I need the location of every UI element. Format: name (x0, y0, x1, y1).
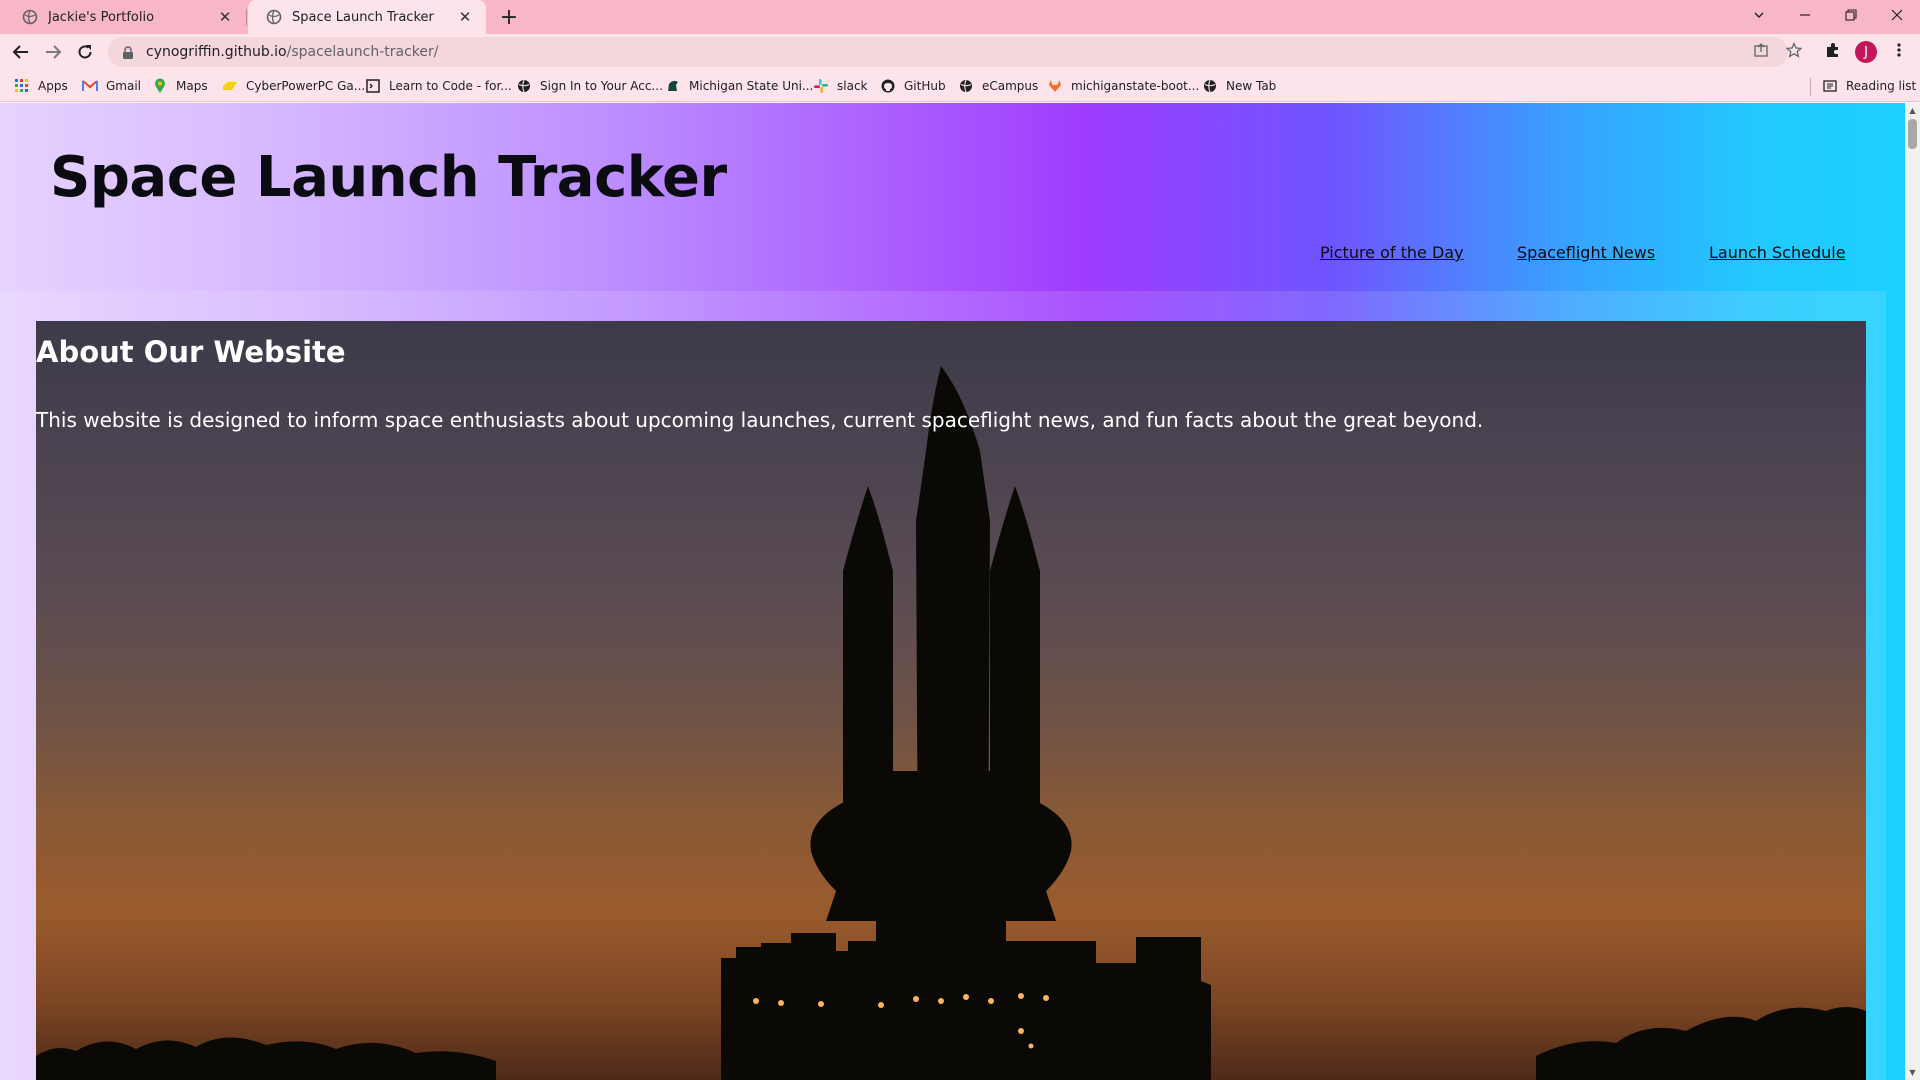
reading-list-button[interactable]: Reading list (1822, 76, 1916, 96)
github-icon (880, 78, 896, 94)
site-header: Space Launch Tracker Picture of the Day … (0, 103, 1886, 291)
bookmark-label: Apps (38, 79, 68, 93)
nav-link-spaceflight-news[interactable]: Spaceflight News (1517, 243, 1655, 262)
bookmark-github[interactable]: GitHub (880, 76, 946, 96)
scroll-down-arrow-icon[interactable]: ▼ (1908, 1067, 1917, 1077)
bookmark-label: Gmail (106, 79, 142, 93)
minimize-icon[interactable] (1782, 0, 1828, 30)
scroll-up-arrow-icon[interactable]: ▲ (1908, 105, 1917, 115)
slack-icon (813, 78, 829, 94)
reading-list-label: Reading list (1846, 79, 1917, 93)
nav-link-picture-of-the-day[interactable]: Picture of the Day (1320, 243, 1464, 262)
address-bar[interactable]: cynogriffin.github.io/spacelaunch-tracke… (108, 37, 1788, 67)
bookmark-sign-in[interactable]: Sign In to Your Acc... (516, 76, 663, 96)
url-text: cynogriffin.github.io/spacelaunch-tracke… (146, 44, 439, 60)
bookmark-label: Michigan State Uni... (689, 79, 814, 93)
share-icon[interactable] (1751, 40, 1771, 60)
scrollbar-thumb[interactable] (1908, 119, 1917, 149)
bookmark-new-tab[interactable]: New Tab (1202, 76, 1276, 96)
gitlab-icon (1047, 78, 1063, 94)
bookmark-label: Maps (176, 79, 208, 93)
tab-space-launch-tracker[interactable]: Space Launch Tracker ✕ (248, 0, 486, 34)
spartan-icon (665, 78, 681, 94)
globe-icon (266, 9, 282, 25)
site-title: Space Launch Tracker (50, 145, 727, 210)
tab-title: Space Launch Tracker (292, 9, 434, 25)
bookmark-star-icon[interactable] (1784, 40, 1804, 60)
cyberpower-icon (222, 78, 238, 94)
reload-icon[interactable] (70, 37, 100, 67)
restore-icon[interactable] (1828, 0, 1874, 30)
window-close-icon[interactable] (1874, 0, 1920, 30)
bookmark-label: Sign In to Your Acc... (540, 79, 663, 93)
bookmark-maps[interactable]: Maps (152, 76, 208, 96)
more-menu-icon[interactable] (1889, 40, 1909, 60)
bookmark-michiganstate-boot[interactable]: michiganstate-boot... (1047, 76, 1199, 96)
bookmark-slack[interactable]: slack (813, 76, 868, 96)
bookmark-label: CyberPowerPC Ga... (246, 79, 366, 93)
bookmark-label: GitHub (904, 79, 946, 93)
new-tab-button[interactable]: + (496, 5, 522, 30)
tab-jackies-portfolio[interactable]: Jackie's Portfolio ✕ (4, 0, 246, 34)
bookmarks-divider (1810, 78, 1811, 96)
about-heading: About Our Website (36, 335, 346, 369)
bookmark-label: New Tab (1226, 79, 1277, 93)
about-section: About Our Website This website is design… (36, 321, 1866, 1080)
learn-code-icon (365, 78, 381, 94)
bookmark-learn-to-code[interactable]: Learn to Code - for... (365, 76, 512, 96)
page-viewport: Space Launch Tracker Picture of the Day … (0, 103, 1905, 1080)
reading-list-icon (1822, 78, 1838, 94)
bookmark-michigan-state[interactable]: Michigan State Uni... (665, 76, 813, 96)
browser-tab-strip: Jackie's Portfolio ✕ Space Launch Tracke… (0, 0, 1920, 34)
globe-icon (1202, 78, 1218, 94)
extensions-puzzle-icon[interactable] (1823, 40, 1843, 60)
lock-icon[interactable] (122, 45, 136, 59)
back-arrow-icon[interactable] (6, 37, 36, 67)
bookmarks-bar: Apps Gmail Maps CyberPowerPC Ga... Learn… (0, 70, 1920, 102)
nav-link-launch-schedule[interactable]: Launch Schedule (1709, 243, 1846, 262)
browser-toolbar: cynogriffin.github.io/spacelaunch-tracke… (0, 34, 1920, 70)
bookmark-gmail[interactable]: Gmail (82, 76, 141, 96)
globe-icon (958, 78, 974, 94)
tab-divider (246, 9, 247, 25)
bookmark-label: slack (837, 79, 868, 93)
profile-avatar[interactable]: J (1855, 41, 1877, 63)
bookmark-label: michiganstate-boot... (1071, 79, 1200, 93)
bookmark-label: eCampus (982, 79, 1039, 93)
maps-pin-icon (152, 78, 168, 94)
bookmark-ecampus[interactable]: eCampus (958, 76, 1038, 96)
about-description: This website is designed to inform space… (36, 408, 1484, 432)
page-scrollbar[interactable]: ▲ ▼ (1905, 103, 1920, 1080)
bookmark-cyberpowerpc[interactable]: CyberPowerPC Ga... (222, 76, 365, 96)
tab-title: Jackie's Portfolio (48, 9, 155, 25)
forward-arrow-icon[interactable] (38, 37, 68, 67)
close-tab-icon[interactable]: ✕ (456, 8, 474, 26)
bookmark-label: Learn to Code - for... (389, 79, 512, 93)
apps-grid-icon (14, 78, 30, 94)
bookmark-apps[interactable]: Apps (14, 76, 68, 96)
gmail-icon (82, 78, 98, 94)
close-tab-icon[interactable]: ✕ (216, 8, 234, 26)
space-shuttle-silhouette-image (36, 366, 1866, 1080)
globe-icon (516, 78, 532, 94)
globe-icon (22, 9, 38, 25)
tab-search-icon[interactable] (1736, 0, 1782, 30)
